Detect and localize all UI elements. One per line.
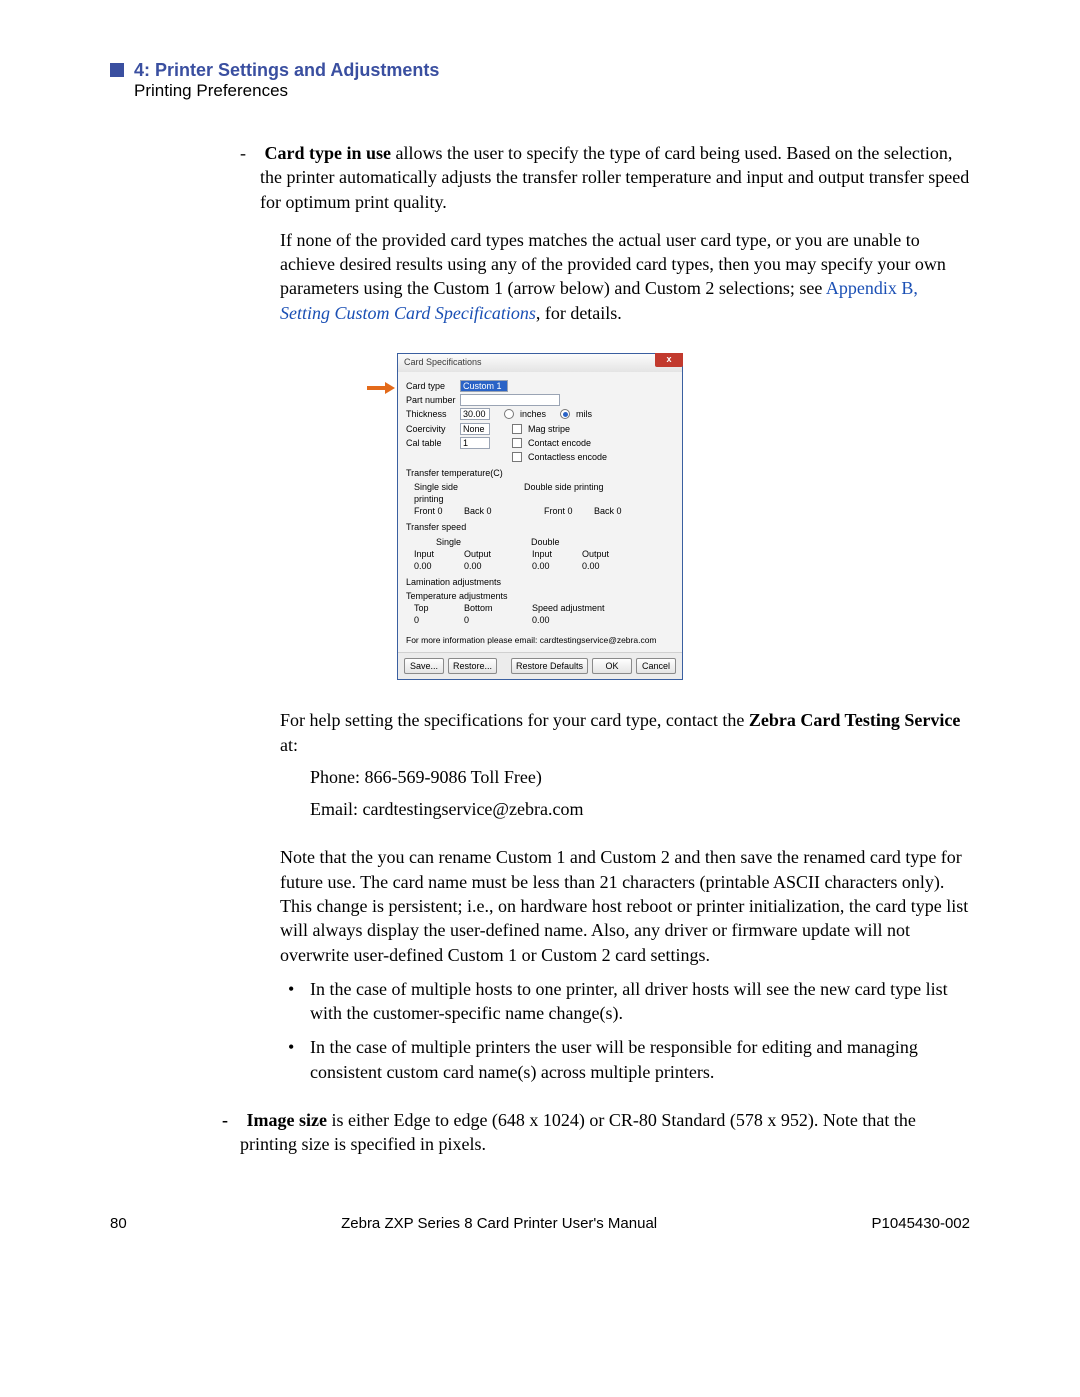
input-card-type[interactable]: Custom 1 [460, 380, 508, 392]
radio-mils[interactable] [560, 409, 570, 419]
label-card-type: Card type [406, 380, 456, 392]
sub-bullet-1: •In the case of multiple hosts to one pr… [310, 977, 970, 1026]
checkbox-mag-stripe[interactable] [512, 424, 522, 434]
input-thickness[interactable]: 30.00 [460, 408, 490, 420]
checkbox-contactless-encode[interactable] [512, 452, 522, 462]
label-speed-adj: Speed adjustment [532, 602, 605, 614]
label-back-2: Back [594, 506, 614, 516]
page-footer: 80 Zebra ZXP Series 8 Card Printer User'… [110, 1215, 970, 1232]
note-paragraph: Note that the you can rename Custom 1 an… [280, 845, 970, 966]
sub-bullet-2: •In the case of multiple printers the us… [310, 1035, 970, 1084]
email-line: Email: cardtestingservice@zebra.com [310, 797, 970, 821]
label-transfer-speed: Transfer speed [406, 521, 674, 533]
val-output-1: 0.00 [464, 560, 504, 572]
label-contactless-encode: Contactless encode [528, 451, 607, 463]
ct-p2-b: , for details. [536, 303, 622, 323]
label-double-side: Double side printing [524, 481, 604, 505]
bullet-image-size: - Image size is either Edge to edge (648… [240, 1108, 970, 1157]
label-bottom: Bottom [464, 602, 504, 614]
ok-button[interactable]: OK [592, 658, 632, 674]
label-input-2: Input [532, 548, 572, 560]
label-mils: mils [576, 408, 592, 420]
page-header: 4: Printer Settings and Adjustments Prin… [110, 60, 970, 101]
label-inches: inches [520, 408, 546, 420]
label-back-1: Back [464, 506, 484, 516]
link-sep: , [913, 278, 918, 298]
value-coercivity: None [463, 423, 485, 435]
card-type-paragraph-2: If none of the provided card types match… [280, 228, 970, 325]
phone-line: Phone: 866-569-9086 Toll Free) [310, 765, 970, 789]
radio-inches[interactable] [504, 409, 514, 419]
label-double: Double [531, 536, 560, 548]
dialog-info-line: For more information please email: cardt… [406, 635, 674, 646]
label-temp-adj: Temperature adjustments [406, 590, 674, 602]
link-setting-custom-card-spec[interactable]: Setting Custom Card Specifications [280, 303, 536, 323]
sub2-text: In the case of multiple printers the use… [310, 1037, 918, 1081]
label-single: Single [436, 536, 461, 548]
card-type-bold: Card type in use [265, 143, 392, 163]
value-card-type: Custom 1 [463, 380, 502, 392]
callout-arrow-icon [367, 383, 397, 393]
help-bold: Zebra Card Testing Service [749, 710, 961, 730]
label-top: Top [414, 602, 454, 614]
val-input-2: 0.00 [532, 560, 572, 572]
help-b: at: [280, 735, 298, 755]
label-part-number: Part number [406, 394, 456, 406]
bullet-card-type-in-use: - Card type in use allows the user to sp… [260, 141, 970, 214]
chapter-title: 4: Printer Settings and Adjustments [134, 60, 439, 81]
restore-defaults-button[interactable]: Restore Defaults [511, 658, 588, 674]
val-front-1: 0 [438, 506, 443, 516]
help-paragraph: For help setting the specifications for … [280, 708, 970, 757]
image-size-rest: is either Edge to edge (648 x 1024) or C… [240, 1110, 916, 1154]
val-output-2: 0.00 [582, 560, 622, 572]
val-front-2: 0 [568, 506, 573, 516]
footer-center: Zebra ZXP Series 8 Card Printer User's M… [341, 1215, 657, 1232]
image-size-bold: Image size [247, 1110, 327, 1130]
label-mag-stripe: Mag stripe [528, 423, 570, 435]
card-specifications-dialog: Card Specifications x Card type Custom 1… [397, 353, 683, 680]
label-front-1: Front [414, 506, 435, 516]
val-back-2: 0 [617, 506, 622, 516]
value-cal-table: 1 [463, 437, 468, 449]
label-cal-table: Cal table [406, 437, 456, 449]
label-lamination: Lamination adjustments [406, 576, 674, 588]
cancel-button[interactable]: Cancel [636, 658, 676, 674]
dialog-title: Card Specifications [404, 357, 482, 367]
label-input-1: Input [414, 548, 454, 560]
page-number: 80 [110, 1215, 127, 1232]
link-appendix-b[interactable]: Appendix B [826, 278, 914, 298]
label-contact-encode: Contact encode [528, 437, 591, 449]
val-top: 0 [414, 614, 454, 626]
save-button[interactable]: Save... [404, 658, 444, 674]
help-a: For help setting the specifications for … [280, 710, 749, 730]
val-input-1: 0.00 [414, 560, 454, 572]
val-bottom: 0 [464, 614, 504, 626]
input-cal-table[interactable]: 1 [460, 437, 490, 449]
footer-right: P1045430-002 [872, 1215, 970, 1232]
label-output-2: Output [582, 548, 622, 560]
val-speed: 0.00 [532, 614, 572, 626]
close-icon[interactable]: x [655, 353, 683, 367]
checkbox-contact-encode[interactable] [512, 438, 522, 448]
label-single-side: Single side printing [414, 481, 484, 505]
label-transfer-temperature: Transfer temperature(C) [406, 467, 674, 479]
val-back-1: 0 [487, 506, 492, 516]
header-accent [110, 63, 124, 77]
label-front-2: Front [544, 506, 565, 516]
input-coercivity[interactable]: None [460, 423, 490, 435]
section-title: Printing Preferences [134, 81, 439, 101]
sub1-text: In the case of multiple hosts to one pri… [310, 979, 948, 1023]
restore-button[interactable]: Restore... [448, 658, 497, 674]
value-thickness: 30.00 [463, 408, 486, 420]
dialog-title-bar: Card Specifications x [398, 354, 682, 372]
label-coercivity: Coercivity [406, 423, 456, 435]
label-thickness: Thickness [406, 408, 456, 420]
label-output-1: Output [464, 548, 504, 560]
input-part-number[interactable] [460, 394, 560, 406]
